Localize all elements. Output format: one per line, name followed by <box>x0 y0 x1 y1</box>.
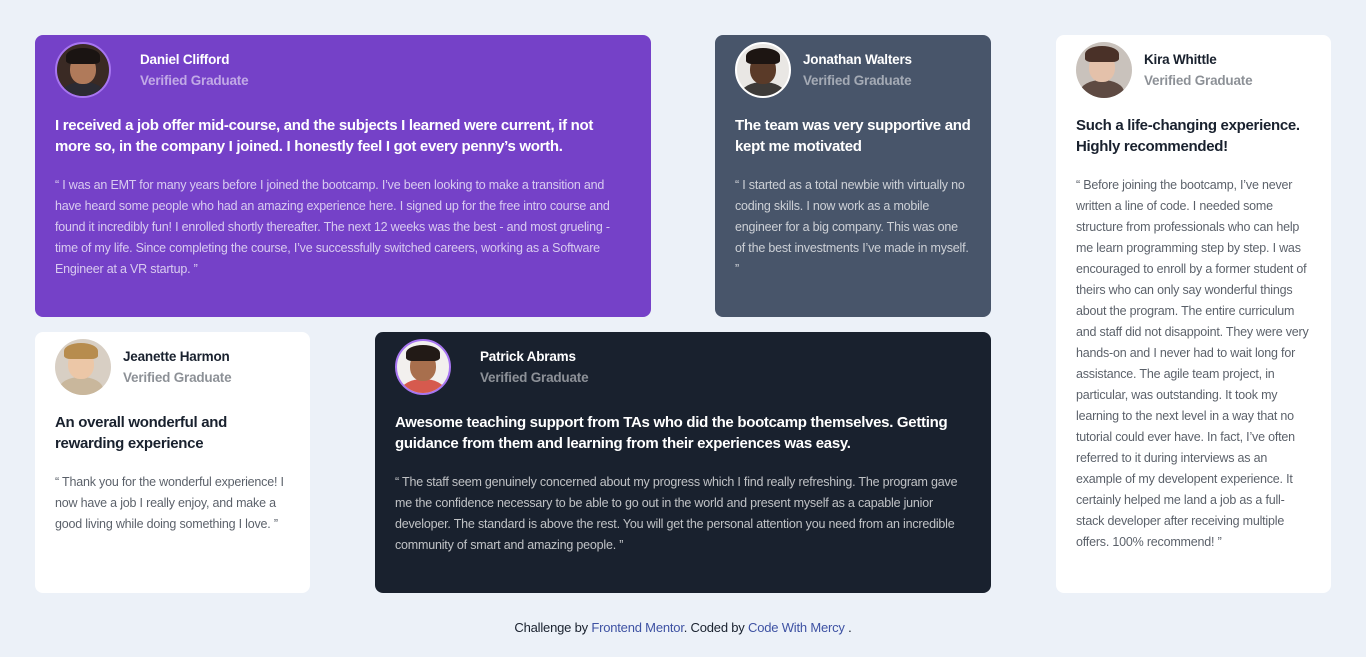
testimonial-summary: An overall wonderful and rewarding exper… <box>55 414 227 452</box>
testimonial-card-daniel: Daniel Clifford Verified Graduate I rece… <box>35 35 651 317</box>
card-header: Jonathan Walters Verified Graduate <box>735 42 971 98</box>
author-role: Verified Graduate <box>123 370 232 385</box>
card-header: Kira Whittle Verified Graduate <box>1076 42 1311 98</box>
testimonial-quote: “ Before joining the bootcamp, I’ve neve… <box>1076 178 1309 549</box>
avatar <box>1076 42 1132 98</box>
author-name: Jonathan Walters <box>803 52 912 67</box>
author-name: Patrick Abrams <box>480 349 576 364</box>
attribution-suffix: . <box>848 620 852 635</box>
avatar <box>395 339 451 395</box>
attribution: Challenge by Frontend Mentor. Coded by C… <box>0 620 1366 635</box>
testimonial-quote: “ Thank you for the wonderful experience… <box>55 475 284 531</box>
author-name: Jeanette Harmon <box>123 349 230 364</box>
testimonial-summary: Awesome teaching support from TAs who di… <box>395 414 948 452</box>
testimonial-summary: Such a life-changing experience. Highly … <box>1076 117 1300 155</box>
author-role: Verified Graduate <box>480 370 589 385</box>
testimonial-card-patrick: Patrick Abrams Verified Graduate Awesome… <box>375 332 991 593</box>
testimonial-card-jeanette: Jeanette Harmon Verified Graduate An ove… <box>35 332 310 593</box>
testimonial-card-jonathan: Jonathan Walters Verified Graduate The t… <box>715 35 991 317</box>
card-header: Jeanette Harmon Verified Graduate <box>55 339 290 395</box>
testimonial-summary: The team was very supportive and kept me… <box>735 117 971 155</box>
avatar <box>55 339 111 395</box>
card-header: Daniel Clifford Verified Graduate <box>55 42 631 98</box>
testimonial-quote: “ The staff seem genuinely concerned abo… <box>395 475 958 552</box>
card-header: Patrick Abrams Verified Graduate <box>395 339 971 395</box>
author-name: Kira Whittle <box>1144 52 1217 67</box>
author-role: Verified Graduate <box>803 73 912 88</box>
avatar <box>735 42 791 98</box>
testimonial-card-kira: Kira Whittle Verified Graduate Such a li… <box>1056 35 1331 593</box>
frontend-mentor-link[interactable]: Frontend Mentor <box>591 620 684 635</box>
testimonial-quote: “ I was an EMT for many years before I j… <box>55 178 610 276</box>
author-name: Daniel Clifford <box>140 52 230 67</box>
avatar <box>55 42 111 98</box>
attribution-prefix: Challenge by <box>514 620 588 635</box>
author-link[interactable]: Code With Mercy <box>748 620 845 635</box>
testimonial-summary: I received a job offer mid-course, and t… <box>55 117 594 155</box>
testimonial-quote: “ I started as a total newbie with virtu… <box>735 178 969 276</box>
author-role: Verified Graduate <box>140 73 249 88</box>
attribution-middle: . Coded by <box>683 620 745 635</box>
author-role: Verified Graduate <box>1144 73 1253 88</box>
